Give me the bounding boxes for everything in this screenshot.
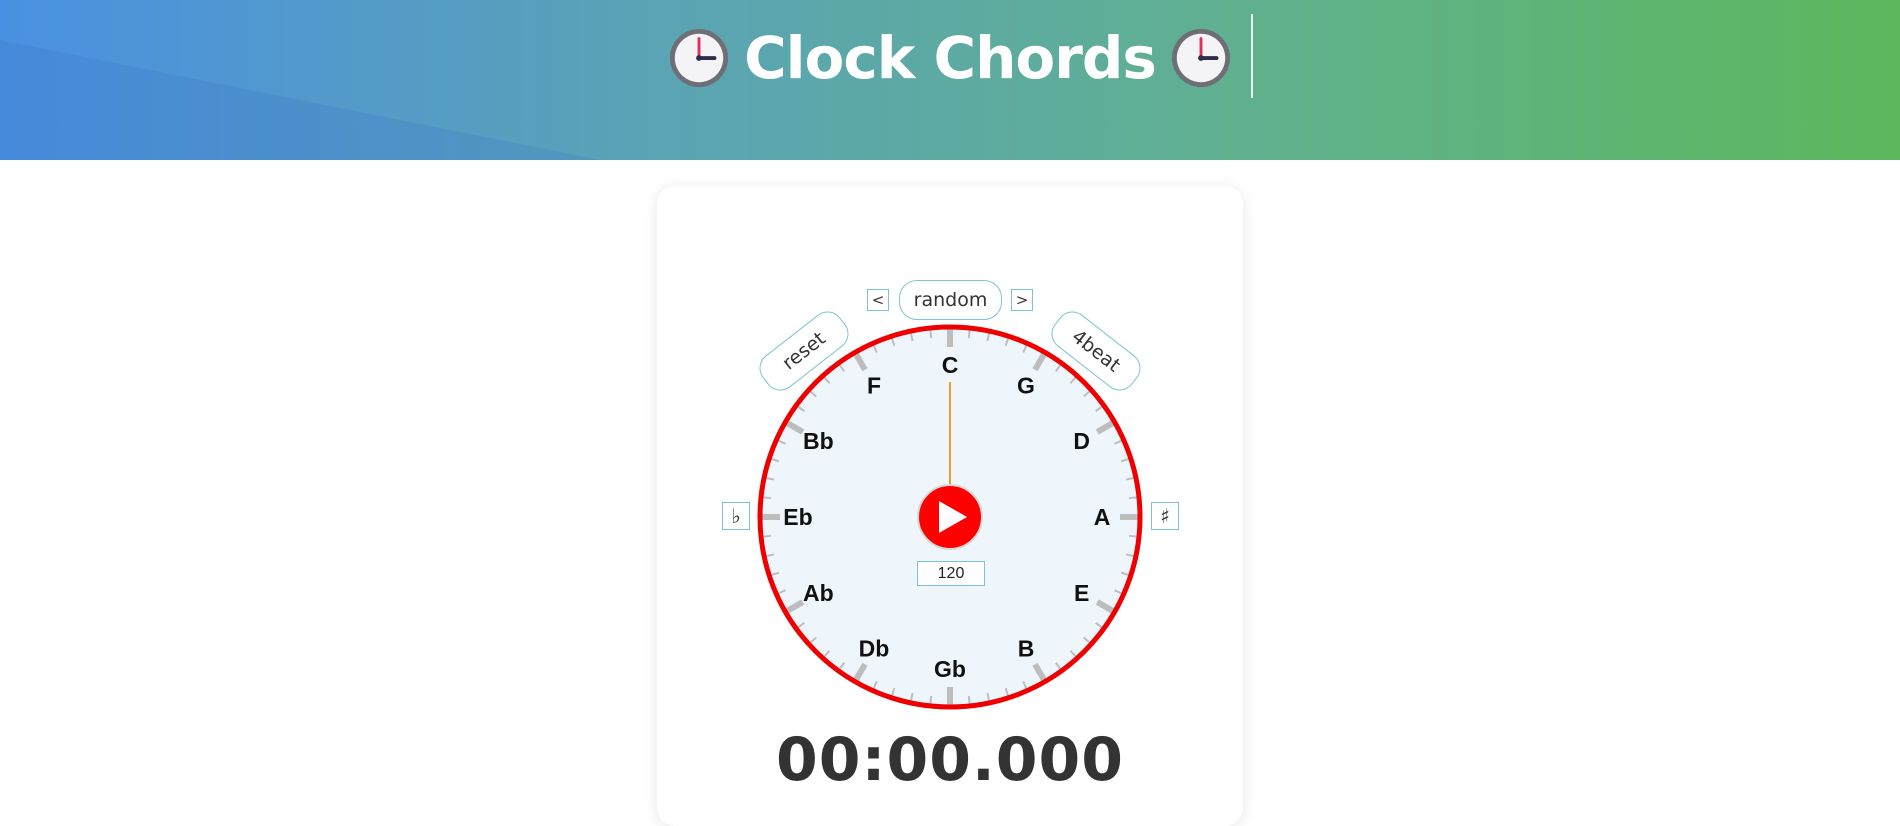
- note-label-f[interactable]: F: [867, 372, 881, 398]
- note-label-eb[interactable]: Eb: [783, 504, 812, 530]
- note-label-db[interactable]: Db: [859, 636, 890, 662]
- note-label-g[interactable]: G: [1017, 372, 1035, 398]
- note-label-d[interactable]: D: [1073, 428, 1090, 454]
- clock-dial: C G D A E B Gb Db Ab Eb Bb F: [757, 324, 1143, 710]
- elapsed-timer: 00:00.000: [775, 725, 1125, 795]
- note-label-b[interactable]: B: [1018, 636, 1035, 662]
- next-mode-button[interactable]: >: [1011, 289, 1033, 311]
- flat-button[interactable]: ♭: [722, 502, 750, 530]
- sharp-button[interactable]: ♯: [1151, 502, 1179, 530]
- mode-button[interactable]: random: [899, 280, 1002, 320]
- note-label-a[interactable]: A: [1094, 504, 1111, 530]
- prev-mode-button[interactable]: <: [867, 289, 889, 311]
- clock-dial-area: C G D A E B Gb Db Ab Eb Bb F < random > reset 4beat…: [0, 0, 1900, 794]
- note-label-c[interactable]: C: [942, 352, 959, 378]
- note-label-ab[interactable]: Ab: [803, 580, 834, 606]
- bpm-input[interactable]: [917, 561, 985, 586]
- note-label-e[interactable]: E: [1074, 580, 1089, 606]
- note-label-bb[interactable]: Bb: [803, 428, 834, 454]
- note-label-gb[interactable]: Gb: [934, 656, 966, 682]
